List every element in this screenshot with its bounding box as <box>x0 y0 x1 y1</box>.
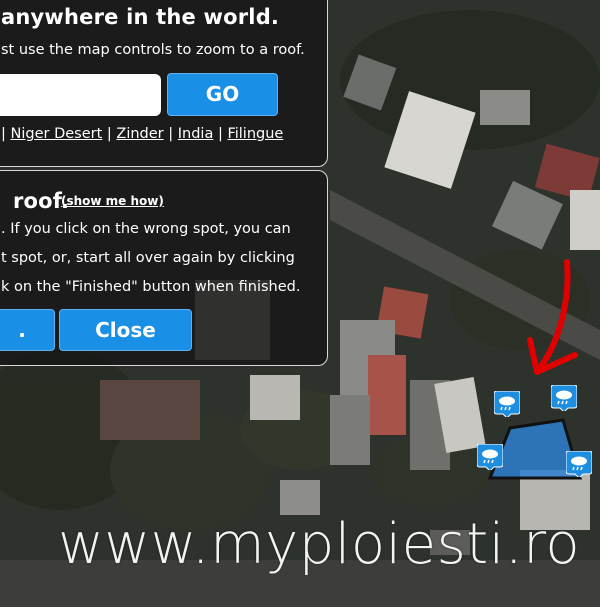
roof-instruction-line: k on the "Finished" button when finished… <box>1 279 301 295</box>
search-panel-title: anywhere in the world. <box>1 5 280 29</box>
link-separator: | <box>106 126 112 142</box>
go-button[interactable]: GO <box>167 73 278 116</box>
link-separator: | <box>168 126 174 142</box>
cloud-rain-icon[interactable] <box>493 390 521 419</box>
cloud-rain-icon[interactable] <box>476 443 504 472</box>
cloud-rain-icon[interactable] <box>565 450 593 479</box>
roof-instruction-line: t spot, or, start all over again by clic… <box>1 250 295 266</box>
search-instruction: st use the map controls to zoom to a roo… <box>1 42 305 58</box>
link-separator: | <box>1 126 6 142</box>
link-niger-desert[interactable]: Niger Desert <box>11 126 103 142</box>
roof-instructions-panel: roof. (show me how) . If you click on th… <box>0 170 328 366</box>
show-me-how-link[interactable]: (show me how) <box>61 194 164 208</box>
link-zinder[interactable]: Zinder <box>116 126 163 142</box>
watermark-text: www.myploiesti.ro <box>58 512 581 577</box>
link-filingue[interactable]: Filingue <box>227 126 283 142</box>
roof-instruction-line: . If you click on the wrong spot, you ca… <box>1 221 291 237</box>
location-links: | Niger Desert | Zinder | India | Filing… <box>1 126 283 142</box>
close-button[interactable]: Close <box>59 309 192 351</box>
link-separator: | <box>217 126 223 142</box>
cloud-rain-icon[interactable] <box>550 384 578 413</box>
search-input[interactable] <box>0 74 161 116</box>
link-india[interactable]: India <box>178 126 214 142</box>
search-panel: anywhere in the world. st use the map co… <box>0 0 328 167</box>
previous-button[interactable]: . <box>0 309 55 351</box>
